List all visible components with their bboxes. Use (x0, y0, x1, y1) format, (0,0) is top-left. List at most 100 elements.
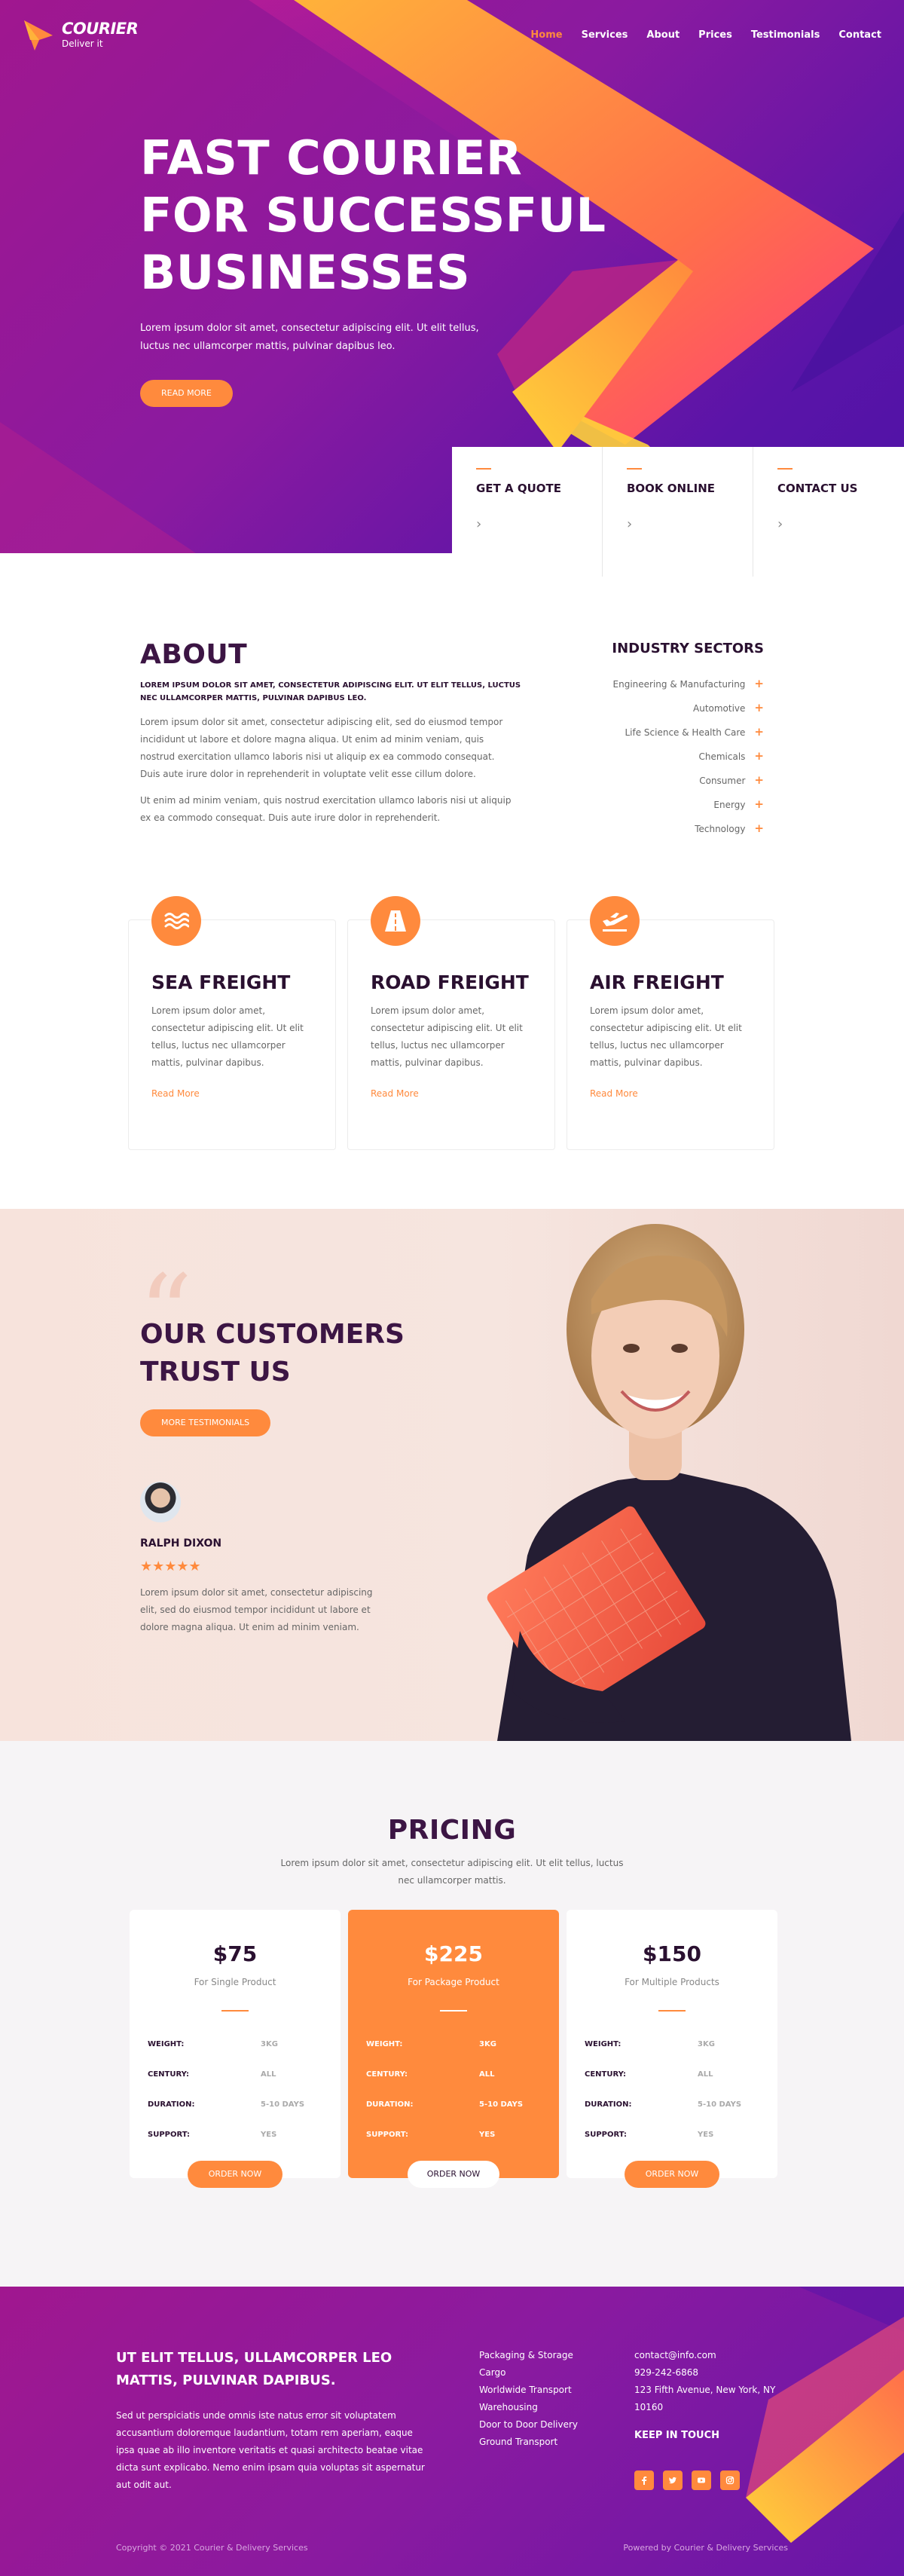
plan-row: CENTURY: ALL (366, 2070, 495, 2079)
footer-link[interactable]: Door to Door Delivery (479, 2416, 578, 2434)
contact-phone[interactable]: 929-242-6868 (634, 2364, 785, 2382)
plan-description: For Package Product (408, 1977, 499, 1987)
contact-us-card[interactable]: CONTACT US › (753, 447, 904, 577)
about-subtitle: LOREM IPSUM DOLOR SIT AMET, CONSECTETUR … (140, 681, 521, 702)
pricing-subtitle: Lorem ipsum dolor sit amet, consectetur … (280, 1858, 624, 1886)
book-online-card[interactable]: BOOK ONLINE › (603, 447, 753, 577)
order-now-button[interactable]: ORDER NOW (187, 2161, 283, 2188)
youtube-icon[interactable] (692, 2470, 711, 2490)
top-nav: COURIER Deliver it Home Services About P… (0, 0, 904, 69)
waves-icon (151, 896, 201, 946)
nav-item-testimonials[interactable]: Testimonials (751, 29, 820, 41)
footer-contact: contact@info.com 929-242-6868 123 Fifth … (634, 2347, 785, 2444)
plan-row: SUPPORT: YES (585, 2131, 714, 2139)
divider (658, 2010, 686, 2012)
nav-item-about[interactable]: About (646, 29, 680, 41)
sector-item[interactable]: Life Science & Health Care + (576, 720, 764, 744)
pricing-section: PRICING Lorem ipsum dolor sit amet, cons… (0, 1741, 904, 2287)
plan-row: CENTURY: ALL (148, 2070, 276, 2079)
social-links (634, 2470, 740, 2490)
more-testimonials-button[interactable]: MORE TESTIMONIALS (140, 1409, 271, 1436)
facebook-icon[interactable] (634, 2470, 654, 2490)
freight-text: Lorem ipsum dolor amet, consectetur adip… (151, 1005, 304, 1068)
sector-item[interactable]: Chemicals + (576, 744, 764, 768)
freight-title: AIR FREIGHT (590, 971, 724, 993)
sector-item[interactable]: Energy + (576, 792, 764, 816)
read-more-button[interactable]: READ MORE (140, 380, 233, 407)
brand-name: COURIER (62, 20, 139, 38)
card-title: CONTACT US (777, 482, 858, 495)
footer-heading: UT ELIT TELLUS, ULLAMCORPER LEO MATTIS, … (116, 2350, 392, 2388)
sector-item[interactable]: Consumer + (576, 768, 764, 792)
chevron-right-icon: › (777, 516, 783, 532)
plan-row: WEIGHT: 3KG (366, 2040, 496, 2048)
testimonial-author: RALPH DIXON (140, 1537, 222, 1550)
freight-card-sea: SEA FREIGHT Lorem ipsum dolor amet, cons… (128, 896, 336, 1150)
plus-icon: + (754, 749, 764, 763)
plus-icon: + (754, 797, 764, 811)
road-icon (371, 896, 420, 946)
footer-link[interactable]: Worldwide Transport (479, 2382, 578, 2399)
order-now-button[interactable]: ORDER NOW (407, 2161, 500, 2188)
contact-email[interactable]: contact@info.com (634, 2347, 785, 2364)
plan-row: SUPPORT: YES (148, 2131, 277, 2139)
copyright-text: Copyright © 2021 Courier & Delivery Serv… (116, 2543, 308, 2553)
quick-links: GET A QUOTE › BOOK ONLINE › CONTACT US › (452, 447, 904, 577)
hero-title-line: BUSINESSES (140, 245, 471, 300)
plan-row: SUPPORT: YES (366, 2131, 496, 2139)
sector-item[interactable]: Engineering & Manufacturing + (576, 672, 764, 696)
footer-link[interactable]: Packaging & Storage (479, 2347, 578, 2364)
order-now-button[interactable]: ORDER NOW (624, 2161, 720, 2188)
instagram-icon[interactable] (720, 2470, 740, 2490)
footer-link[interactable]: Ground Transport (479, 2434, 578, 2451)
nav-item-contact[interactable]: Contact (838, 29, 881, 41)
read-more-link[interactable]: Read More (151, 1088, 313, 1099)
testimonials-title: OUR CUSTOMERS TRUST US (140, 1319, 405, 1387)
freight-text: Lorem ipsum dolor amet, consectetur adip… (590, 1005, 742, 1068)
plan-price: $75 (212, 1941, 258, 1966)
nav-item-prices[interactable]: Prices (698, 29, 732, 41)
nav-item-home[interactable]: Home (530, 29, 562, 41)
plan-description: For Single Product (194, 1977, 276, 1987)
brand-logo[interactable]: COURIER Deliver it (23, 17, 139, 52)
card-accent-line (627, 468, 642, 470)
brand-tagline: Deliver it (62, 38, 103, 49)
sector-item[interactable]: Automotive + (576, 696, 764, 720)
plus-icon: + (754, 677, 764, 690)
freight-title: SEA FREIGHT (151, 971, 291, 993)
pricing-cards: $75 For Single Product WEIGHT: 3KG CENTUR… (130, 1910, 777, 2188)
hero-description: Lorem ipsum dolor sit amet, consectetur … (140, 323, 479, 352)
plus-icon: + (754, 773, 764, 787)
chevron-right-icon: › (476, 516, 482, 532)
sector-item[interactable]: Technology + (576, 816, 764, 840)
divider (440, 2010, 467, 2012)
get-a-quote-card[interactable]: GET A QUOTE › (452, 447, 603, 577)
industry-sectors: INDUSTRY SECTORS Engineering & Manufactu… (576, 641, 764, 840)
nav-item-services[interactable]: Services (582, 29, 628, 41)
pricing-title: PRICING (387, 1815, 517, 1846)
hero-title-line: FAST COURIER (140, 130, 523, 185)
about-section: ABOUT LOREM IPSUM DOLOR SIT AMET, CONSEC… (140, 639, 524, 827)
contact-address: 123 Fifth Avenue, New York, NY 10160 (634, 2385, 776, 2412)
star-rating: ★★★★★ (140, 1559, 201, 1574)
customer-photo (487, 1224, 851, 1741)
plan-row: DURATION: 5-10 DAYS (148, 2100, 305, 2109)
plan-row: WEIGHT: 3KG (148, 2040, 278, 2048)
footer-link[interactable]: Warehousing (479, 2399, 578, 2416)
read-more-link[interactable]: Read More (590, 1088, 751, 1099)
plan-row: WEIGHT: 3KG (585, 2040, 715, 2048)
plan-price: $150 (643, 1941, 701, 1966)
twitter-icon[interactable] (663, 2470, 683, 2490)
plan-description: For Multiple Products (625, 1977, 719, 1987)
read-more-link[interactable]: Read More (371, 1088, 532, 1099)
freight-title: ROAD FREIGHT (371, 971, 529, 993)
main-menu: Home Services About Prices Testimonials … (530, 29, 881, 41)
hero-title: FAST COURIER FOR SUCCESSFUL BUSINESSES (140, 130, 607, 301)
footer-link[interactable]: Cargo (479, 2364, 578, 2382)
footer-description: Sed ut perspiciatis unde omnis iste natu… (116, 2410, 425, 2490)
freight-card-road: ROAD FREIGHT Lorem ipsum dolor amet, con… (347, 896, 555, 1150)
hero-title-line: FOR SUCCESSFUL (140, 188, 606, 243)
plan-row: DURATION: 5-10 DAYS (585, 2100, 742, 2109)
freight-card-air: AIR FREIGHT Lorem ipsum dolor amet, cons… (567, 896, 774, 1150)
sectors-title: INDUSTRY SECTORS (612, 641, 764, 656)
